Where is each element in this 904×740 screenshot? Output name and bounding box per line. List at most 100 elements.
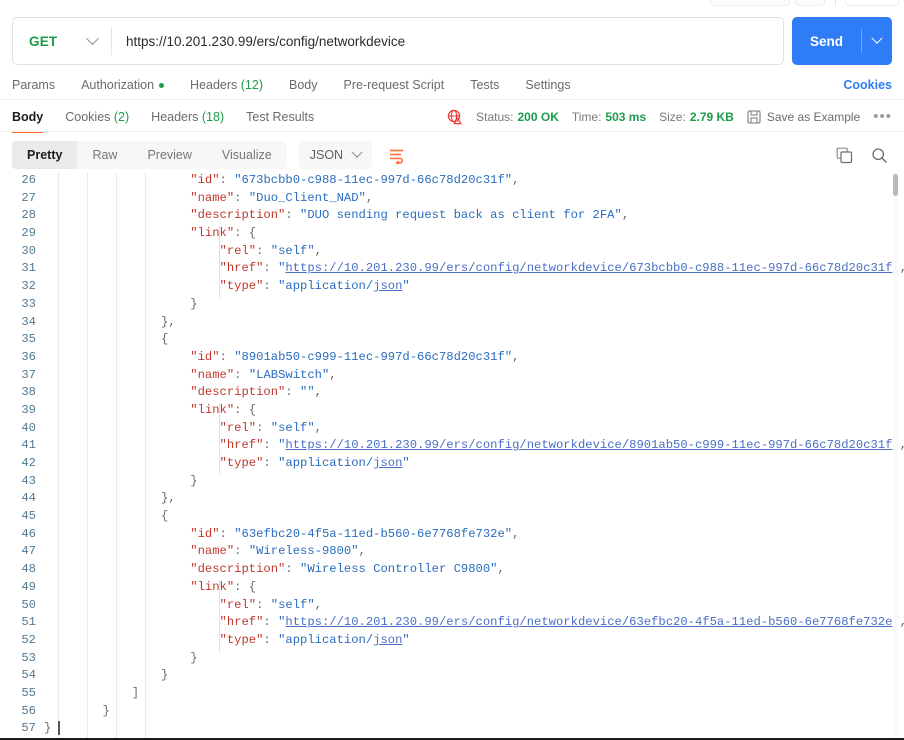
request-tab-body[interactable]: Body <box>289 78 318 92</box>
code-line: } <box>44 650 904 668</box>
code-token: : <box>219 349 235 364</box>
code-link[interactable]: json <box>373 279 402 293</box>
code-token: } <box>44 721 52 736</box>
code-token: "link" <box>190 402 235 417</box>
code-token: , <box>900 438 904 452</box>
time-value: 503 ms <box>605 110 647 124</box>
code-token: : <box>285 562 300 577</box>
word-wrap-icon <box>389 149 403 164</box>
ssl-warning-globe-icon[interactable] <box>447 109 463 125</box>
code-token: : <box>234 544 249 559</box>
line-number: 32 <box>21 279 36 294</box>
code-line: "href": "https://10.201.230.99/ers/confi… <box>44 260 904 278</box>
code-token: " <box>402 279 410 294</box>
code-line: "description": "DUO sending request back… <box>44 207 904 225</box>
request-tab-pre-request-script[interactable]: Pre-request Script <box>344 78 445 92</box>
line-number: 57 <box>21 721 36 736</box>
code-token: } <box>190 296 198 311</box>
line-number: 43 <box>21 473 36 488</box>
code-line: { <box>44 508 904 526</box>
chevron-down-icon <box>86 31 99 45</box>
code-line: } <box>44 296 904 314</box>
code-token: , <box>358 544 366 559</box>
chevron-down-icon <box>871 32 883 44</box>
line-number: 27 <box>21 190 36 205</box>
status-code-item: Status: 200 OK <box>476 110 559 124</box>
line-number: 49 <box>21 579 36 594</box>
code-line: } <box>44 667 904 685</box>
response-tab-test-results[interactable]: Test Results <box>246 110 314 124</box>
code-token: "" <box>300 385 315 400</box>
status-value: 200 OK <box>517 110 559 124</box>
top-divider <box>835 0 836 6</box>
code-lines: "id": "673bcbb0-c988-11ec-997d-66c78d20c… <box>44 172 904 740</box>
request-tab-settings[interactable]: Settings <box>525 78 570 92</box>
response-tab-body[interactable]: Body <box>12 110 44 133</box>
format-tab-preview[interactable]: Preview <box>132 141 206 169</box>
request-tab-headers[interactable]: Headers (12) <box>190 78 263 92</box>
vertical-scrollbar-track[interactable] <box>893 172 898 740</box>
code-line: }, <box>44 490 904 508</box>
code-token: : <box>219 526 235 541</box>
save-as-example-button[interactable]: Save as Example <box>747 110 860 124</box>
search-icon[interactable] <box>871 147 888 164</box>
code-link[interactable]: https://10.201.230.99/ers/config/network… <box>285 615 892 629</box>
code-token: : <box>285 208 300 223</box>
code-line: "id": "8901ab50-c999-11ec-997d-66c78d20c… <box>44 349 904 367</box>
code-token: ] <box>131 685 140 700</box>
size-label: Size: <box>659 110 686 124</box>
code-token: : { <box>234 402 257 417</box>
line-number: 54 <box>21 668 36 683</box>
word-wrap-button[interactable] <box>383 142 409 168</box>
response-body-json-viewer[interactable]: 26 27 28 29 30 31 32 33 34 35 36 37 38 39 40 41 42 43 44 45… <box>0 172 904 740</box>
language-select-label: JSON <box>309 148 344 162</box>
code-token: } <box>190 650 198 665</box>
format-tab-raw[interactable]: Raw <box>77 141 132 169</box>
text-caret <box>58 721 60 735</box>
format-tab-visualize[interactable]: Visualize <box>207 141 287 169</box>
language-select[interactable]: JSON <box>298 141 373 169</box>
code-token: "self" <box>270 420 315 435</box>
code-token: : <box>263 615 279 630</box>
code-token: : { <box>234 226 257 241</box>
response-tab-cookies[interactable]: Cookies (2) <box>65 110 129 124</box>
code-token: "application/ <box>278 279 374 294</box>
code-token: "8901ab50-c999-11ec-997d-66c78d20c31f" <box>234 349 513 364</box>
line-number: 51 <box>21 615 36 630</box>
cookies-link[interactable]: Cookies <box>843 78 892 92</box>
vertical-scrollbar-thumb[interactable] <box>893 174 898 196</box>
response-more-options-button[interactable]: ••• <box>873 109 892 124</box>
partial-button-mid <box>795 0 825 6</box>
response-tabs-divider <box>0 131 904 132</box>
code-line: "type": "application/json" <box>44 278 904 296</box>
request-tab-authorization[interactable]: Authorization <box>81 78 165 92</box>
url-input[interactable] <box>112 18 783 64</box>
copy-icon[interactable] <box>836 147 853 164</box>
code-token: "rel" <box>219 597 257 612</box>
code-token: : <box>263 456 279 470</box>
format-tab-pretty[interactable]: Pretty <box>12 141 78 169</box>
code-token: "href" <box>219 615 264 630</box>
request-tab-bar: Params Authorization Headers (12) Body Pre-r… <box>0 70 904 100</box>
code-token: "link" <box>190 579 235 594</box>
partial-button-left <box>710 0 790 6</box>
send-button[interactable]: Send <box>792 17 861 65</box>
code-token: } <box>161 668 169 683</box>
request-tab-tests[interactable]: Tests <box>470 78 499 92</box>
code-link[interactable]: json <box>373 633 402 647</box>
response-tab-headers[interactable]: Headers (18) <box>151 110 224 124</box>
response-status-bar: Status: 200 OK Time: 503 ms Size: 2.79 KB S… <box>447 109 892 125</box>
code-token: { <box>161 332 169 347</box>
code-token: , <box>900 615 904 629</box>
code-link[interactable]: https://10.201.230.99/ers/config/network… <box>285 261 892 275</box>
line-number: 31 <box>21 261 36 276</box>
line-number: 46 <box>21 526 36 541</box>
request-tab-params[interactable]: Params <box>12 78 55 92</box>
send-options-button[interactable] <box>862 17 892 65</box>
http-method-selector[interactable]: GET <box>13 18 111 64</box>
code-link[interactable]: https://10.201.230.99/ers/config/network… <box>285 438 892 452</box>
code-token: : <box>263 438 279 453</box>
code-line: }, <box>44 314 904 332</box>
code-token: , <box>512 526 520 541</box>
code-link[interactable]: json <box>373 456 402 470</box>
